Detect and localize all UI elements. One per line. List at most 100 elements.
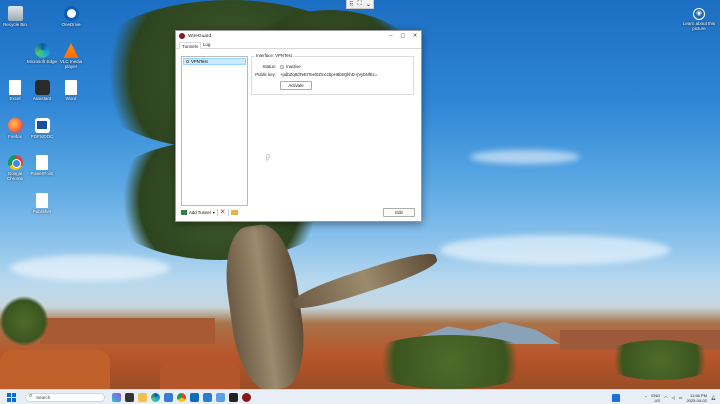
desktop-icon-label: Excel xyxy=(9,96,21,101)
document-icon xyxy=(36,155,48,170)
tab-tunnels[interactable]: Tunnels xyxy=(179,42,201,49)
status-text: Inactive xyxy=(286,64,301,69)
task-view-icon[interactable] xyxy=(125,393,134,402)
mesa xyxy=(40,318,215,344)
desktop-icon-label: Assistant xyxy=(32,96,52,101)
desktop-icon-recycle-bin[interactable]: Recycle Bin xyxy=(0,6,30,27)
shrub xyxy=(360,335,540,389)
cloud xyxy=(10,255,170,281)
pdf-icon xyxy=(34,118,50,133)
desktop-icon-label: Firefox xyxy=(8,134,22,139)
desktop-icon-word[interactable]: Word xyxy=(56,80,86,101)
widgets-icon[interactable] xyxy=(612,393,621,402)
app-icon xyxy=(34,80,50,95)
volume-icon[interactable]: ◁ xyxy=(672,395,675,400)
taskbar: Search ⌃ ENG US ◠ ◁ ▭ 11:56 PM 2025-04-0… xyxy=(0,389,720,404)
desktop-icon-powerpoint[interactable]: PowerPoint xyxy=(27,155,57,176)
recycle-bin-icon xyxy=(7,6,23,21)
minimize-button[interactable]: – xyxy=(385,33,397,39)
vlc-icon xyxy=(63,43,79,58)
desktop-icon-label: Google Chrome xyxy=(6,171,23,181)
file-explorer-icon[interactable] xyxy=(138,393,147,402)
mouse-cursor xyxy=(267,155,270,161)
document-icon xyxy=(65,80,77,95)
desktop-icon-onedrive[interactable]: OneDrive xyxy=(56,6,86,27)
wifi-icon[interactable]: ◠ xyxy=(664,395,668,400)
battery-icon[interactable]: ▭ xyxy=(679,395,683,400)
tunnel-list[interactable]: VPNTest xyxy=(181,56,248,206)
add-tunnel-button[interactable]: Add Tunnel xyxy=(189,210,211,215)
export-tunnels-icon[interactable] xyxy=(230,210,238,215)
chevron-up-icon[interactable]: ⌃ xyxy=(644,395,647,400)
window-title: WireGuard xyxy=(188,33,212,39)
public-key-value[interactable]: +pdbZq8dTeEtTeel0Z/nczbpH8b5QkhD+jVybNfE… xyxy=(280,72,377,77)
learn-label: Learn about this picture xyxy=(682,21,716,31)
desktop-icon-label: Recycle Bin xyxy=(3,22,27,27)
edge-icon[interactable] xyxy=(151,393,160,402)
mail-icon[interactable] xyxy=(203,393,212,402)
language-indicator[interactable]: ENG US xyxy=(651,393,660,403)
desktop-icon-vlc[interactable]: VLC media player xyxy=(56,43,86,69)
onedrive-icon xyxy=(63,6,79,21)
desktop-icon-label: Word xyxy=(65,96,77,101)
desktop-icon-label: Microsoft Edge xyxy=(27,59,58,64)
title-bar[interactable]: WireGuard – ▢ ✕ xyxy=(176,31,421,41)
fullscreen-icon[interactable]: ⛶ xyxy=(358,1,362,8)
cloud xyxy=(470,150,580,164)
tree-branch xyxy=(290,247,440,315)
chevron-down-icon[interactable]: ⌄ xyxy=(366,1,371,8)
store-icon[interactable] xyxy=(164,393,173,402)
close-button[interactable]: ✕ xyxy=(409,33,421,39)
chrome-icon[interactable] xyxy=(177,393,186,402)
lang-bottom: US xyxy=(654,397,661,403)
list-item[interactable]: VPNTest xyxy=(183,58,246,65)
foreground-rock xyxy=(0,350,110,390)
desktop-icon-label: OneDrive xyxy=(61,22,81,27)
desktop-icon-edge[interactable]: Microsoft Edge xyxy=(27,43,57,64)
search-input[interactable]: Search xyxy=(25,393,105,402)
edge-icon xyxy=(34,43,50,58)
divider xyxy=(227,209,229,216)
grid-icon[interactable]: ⠿ xyxy=(349,1,353,8)
foreground-rock xyxy=(160,362,240,390)
copilot-icon[interactable] xyxy=(112,393,121,402)
desktop-icon-firefox[interactable]: Firefox xyxy=(0,118,30,139)
tab-log[interactable]: Log xyxy=(201,41,213,48)
cloud xyxy=(440,235,670,265)
maximize-button[interactable]: ▢ xyxy=(397,33,409,39)
desktop-icon-label: PDFtoDOC xyxy=(30,134,54,139)
public-key-label: Public key: xyxy=(255,72,276,77)
wireguard-icon[interactable] xyxy=(242,393,251,402)
learn-about-picture[interactable]: ◉ Learn about this picture xyxy=(682,8,716,31)
delete-tunnel-icon[interactable]: ✕ xyxy=(220,209,226,216)
app-icon[interactable] xyxy=(229,393,238,402)
tunnel-toolbar: Add Tunnel ▾ ✕ xyxy=(181,208,238,217)
status-value: Inactive xyxy=(280,64,301,69)
firefox-icon xyxy=(7,118,23,133)
notification-icon[interactable]: 🔔︎ xyxy=(711,395,716,400)
desktop-icon-label: Publisher xyxy=(32,209,52,214)
document-icon xyxy=(9,80,21,95)
desktop-icon-pdftodoc[interactable]: PDFtoDOC xyxy=(27,118,57,139)
shrub xyxy=(0,296,48,346)
system-tray: ⌃ ENG US ◠ ◁ ▭ 11:56 PM 2025-04-02 🔔︎ xyxy=(612,391,716,404)
chrome-icon xyxy=(7,155,23,170)
desktop-icon-excel[interactable]: Excel xyxy=(0,80,30,101)
desktop-icon-publisher[interactable]: Publisher xyxy=(27,193,57,214)
add-tunnel-icon xyxy=(181,210,187,215)
activate-button[interactable]: Activate xyxy=(280,81,312,90)
remote-toolbar: ⠿ ⛶ ⌄ xyxy=(346,0,374,9)
shrub xyxy=(600,340,720,380)
clock[interactable]: 11:56 PM 2025-04-02 xyxy=(686,393,706,403)
photos-icon[interactable] xyxy=(216,393,225,402)
start-button[interactable] xyxy=(7,393,16,402)
outlook-icon[interactable] xyxy=(190,393,199,402)
date: 2025-04-02 xyxy=(686,397,707,403)
desktop-icon-assistant[interactable]: Assistant xyxy=(27,80,57,101)
chevron-down-icon[interactable]: ▾ xyxy=(213,210,215,215)
status-icon xyxy=(280,64,284,69)
desktop-icon-chrome[interactable]: Google Chrome xyxy=(0,155,30,181)
interface-legend: Interface: VPNTest xyxy=(255,53,293,58)
tunnel-name: VPNTest xyxy=(191,59,208,64)
edit-button[interactable]: Edit xyxy=(383,208,415,217)
